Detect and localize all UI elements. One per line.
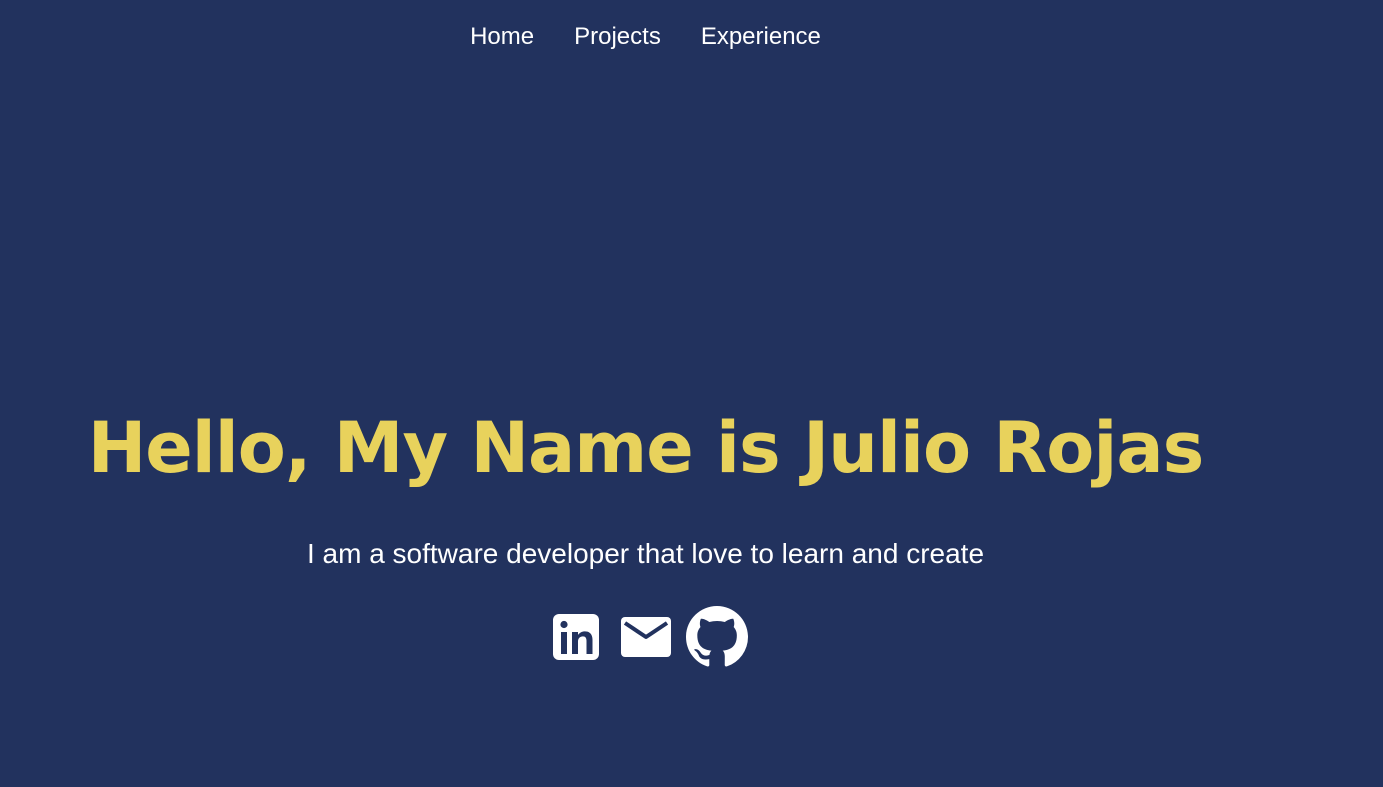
social-links: [551, 606, 748, 668]
linkedin-link[interactable]: [551, 612, 601, 662]
nav-link-home[interactable]: Home: [470, 22, 534, 52]
github-icon: [686, 606, 748, 668]
email-link[interactable]: [620, 615, 672, 659]
hero-subtitle: I am a software developer that love to l…: [306, 538, 985, 569]
linkedin-icon: [551, 612, 601, 662]
hero-title: Hello, My Name is Julio Rojas: [87, 407, 1205, 489]
nav-link-projects[interactable]: Projects: [574, 22, 661, 52]
nav-link-experience[interactable]: Experience: [701, 22, 821, 52]
email-icon: [620, 615, 672, 659]
github-link[interactable]: [686, 606, 748, 668]
main-nav: Home Projects Experience: [0, 22, 1291, 52]
